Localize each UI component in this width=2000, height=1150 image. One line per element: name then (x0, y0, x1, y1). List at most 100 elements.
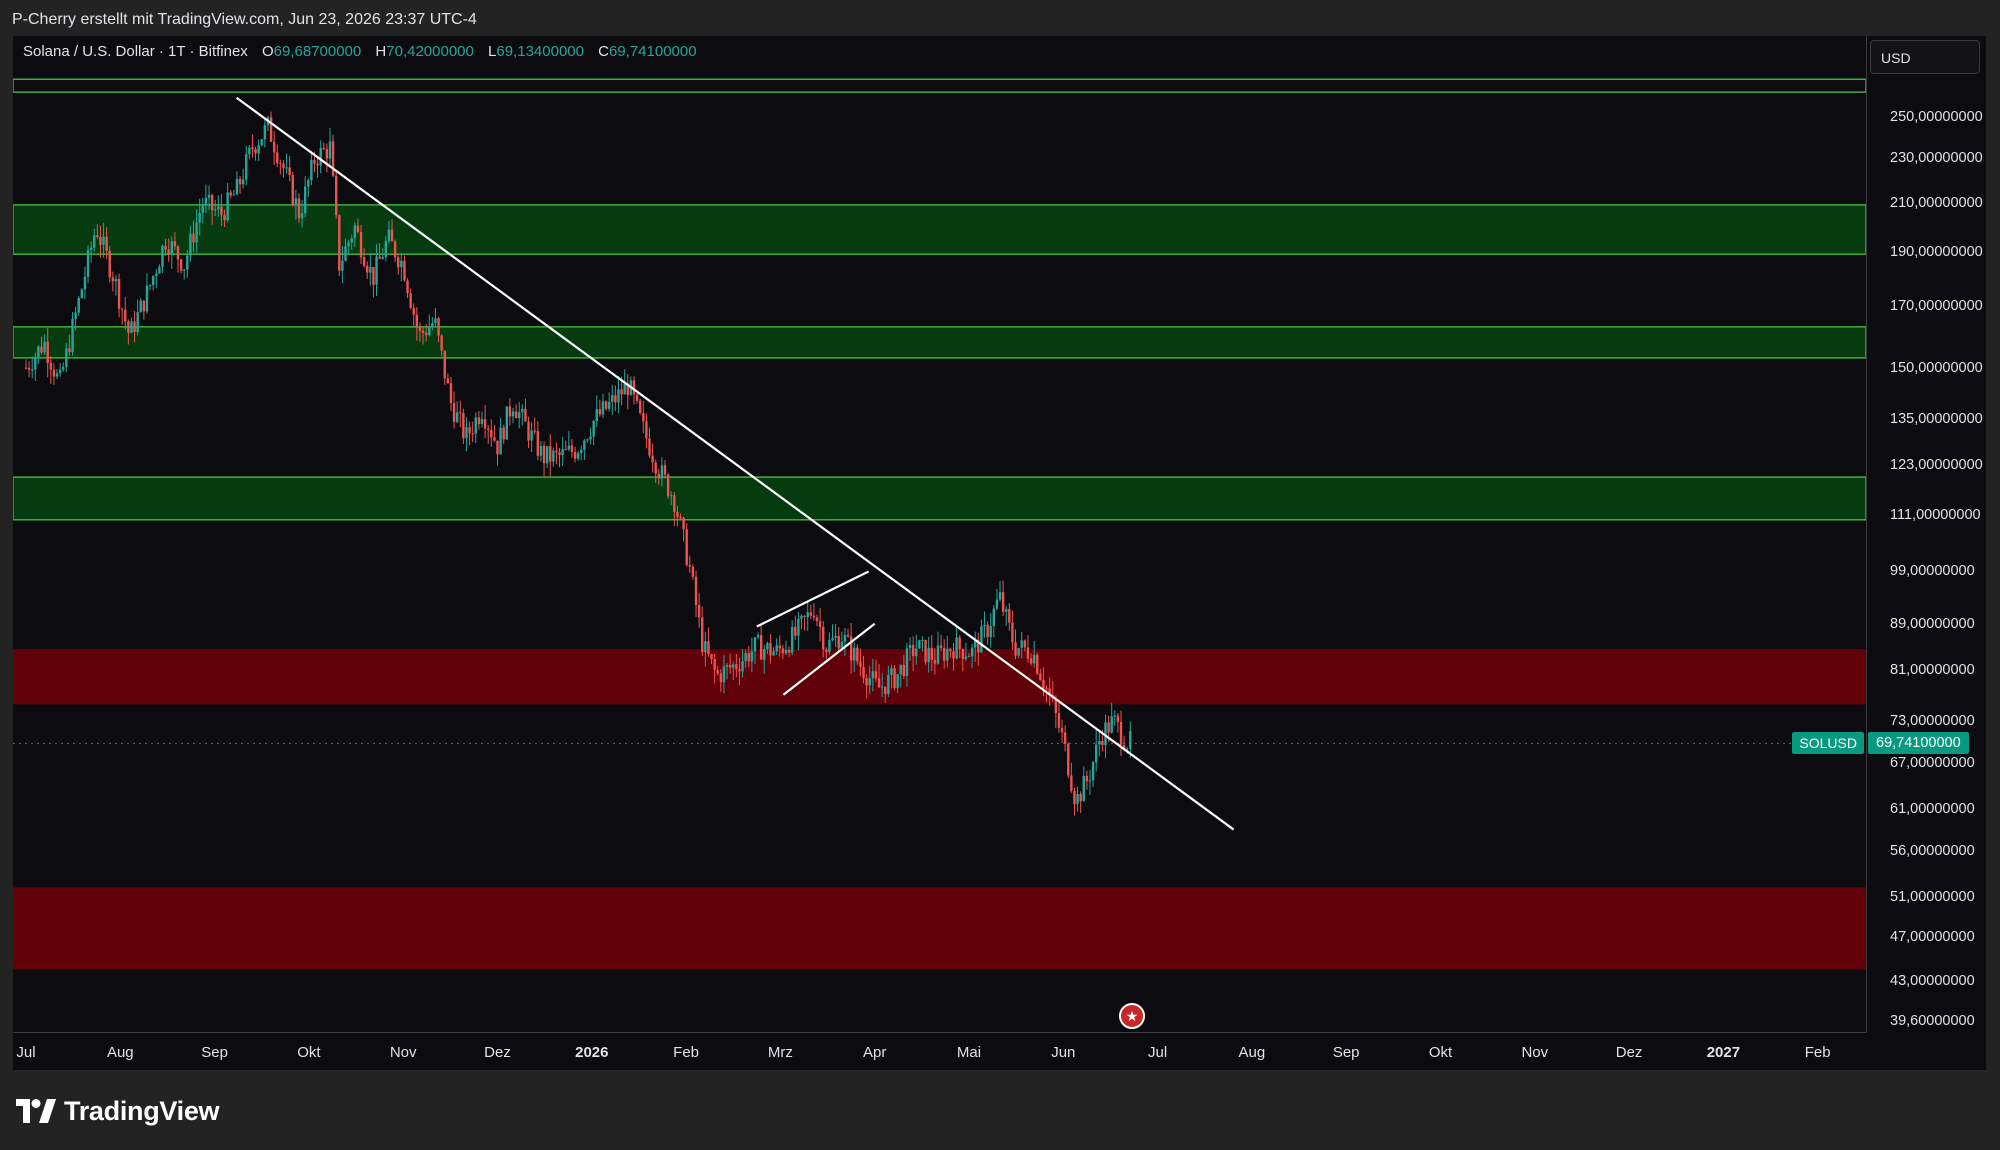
candle-body (80, 289, 84, 299)
candle-body (328, 141, 332, 159)
candle-body (747, 653, 750, 662)
candle-body (1011, 622, 1014, 643)
candle-body (294, 198, 298, 206)
candle-body (412, 308, 415, 315)
candle-body (356, 225, 360, 233)
legend-symbol[interactable]: Solana / U.S. Dollar · 1T · Bitfinex (23, 43, 248, 60)
candle-body (620, 389, 623, 395)
candle-body (998, 592, 1002, 600)
candle-body (635, 394, 639, 401)
candle-body (291, 175, 294, 206)
candle-body (958, 637, 961, 650)
candle-body (800, 615, 803, 619)
candle-body (406, 280, 409, 294)
candle-body (514, 411, 518, 419)
candle-body (319, 148, 322, 166)
candle-body (1063, 732, 1067, 744)
candle-body (663, 465, 667, 475)
candle-body (744, 653, 747, 662)
legend-close-value: 69,74100000 (608, 43, 697, 60)
price-tick-label: 250,00000000 (1890, 109, 1983, 125)
candle-body (952, 651, 955, 659)
candle-body (536, 430, 540, 456)
candle-body (654, 462, 657, 474)
candle-body (310, 159, 313, 181)
candle-body (71, 319, 74, 353)
candle-body (86, 250, 90, 277)
candle-body (58, 369, 62, 374)
candle-body (331, 141, 335, 176)
candle-body (1067, 743, 1070, 776)
candle-body (691, 566, 695, 577)
attribution-text: P-Cherry erstellt mit TradingView.com, J… (12, 11, 477, 28)
candle-body (297, 198, 301, 219)
chart-plot-area[interactable]: Solana / U.S. Dollar · 1T · Bitfinex O69… (13, 36, 1867, 1033)
candle-body (756, 635, 760, 638)
candle-body (1036, 654, 1039, 674)
candle-body (229, 192, 232, 196)
candle-body (226, 192, 229, 221)
candle-body (576, 453, 580, 459)
candle-body (542, 445, 546, 464)
candle-body (421, 330, 425, 333)
symbol-price-tag: SOLUSD (1792, 732, 1864, 755)
candle-body (614, 395, 617, 403)
candle-body (89, 247, 93, 251)
candle-body (139, 300, 142, 313)
candle-body (235, 178, 239, 195)
candle-body (145, 285, 149, 312)
time-axis[interactable]: Jul Aug Sep Okt Nov Dez 2026 Feb Mrz Apr Mai Jun Jul… (13, 1032, 1866, 1070)
candle-body (911, 645, 915, 657)
candle-body (322, 148, 325, 150)
candle-body (170, 241, 173, 256)
resistance-zone-4 (13, 476, 1866, 521)
candle-body (279, 163, 282, 165)
currency-button[interactable]: USD (1870, 40, 1980, 74)
candle-body (369, 267, 372, 273)
price-tick-label: 123,00000000 (1890, 456, 1983, 473)
candle-body (1079, 793, 1082, 802)
candle-body (381, 257, 384, 259)
candle-body (753, 637, 757, 652)
candle-body (83, 276, 87, 290)
time-tick-label: Jul (16, 1044, 36, 1061)
candle-body (794, 626, 797, 636)
price-tick-label: 39,60000000 (1890, 1013, 1975, 1029)
candle-body (46, 341, 49, 363)
candle-body (533, 430, 536, 432)
price-tick-label: 56,00000000 (1890, 842, 1975, 859)
candle-body (902, 664, 906, 676)
candle-body (1045, 688, 1048, 690)
candle-body (440, 335, 443, 351)
price-axis[interactable]: USD 250,00000000 230,00000000 210,00000000… (1866, 36, 1986, 1032)
candle-body (1070, 775, 1073, 791)
candle-body (986, 624, 989, 638)
candle-body (697, 605, 701, 618)
candle-body (198, 212, 201, 223)
candle-body (179, 259, 183, 271)
candle-body (949, 648, 952, 652)
us-economic-event-icon[interactable]: ★ (1119, 1003, 1145, 1029)
time-tick-label: 2027 (1706, 1044, 1741, 1061)
candle-body (151, 276, 155, 286)
candle-body (148, 285, 152, 287)
candle-body (418, 327, 422, 331)
candle-body (480, 419, 484, 425)
tradingview-logo-icon (16, 1099, 56, 1123)
candle-body (390, 229, 394, 242)
candle-body (164, 245, 167, 250)
candle-body (65, 348, 68, 368)
candle-body (210, 194, 214, 211)
candle-body (1119, 722, 1123, 746)
candle-body (874, 671, 878, 679)
candle-body (62, 367, 65, 370)
time-tick-label: Mrz (767, 1044, 793, 1061)
candle-body (1129, 730, 1132, 749)
candle-body (403, 260, 406, 281)
candle-body (443, 350, 446, 379)
candle-body (282, 163, 285, 169)
candle-body (642, 412, 645, 422)
candle-body (325, 149, 329, 159)
candle-body (307, 180, 310, 187)
candle-body (961, 649, 964, 659)
